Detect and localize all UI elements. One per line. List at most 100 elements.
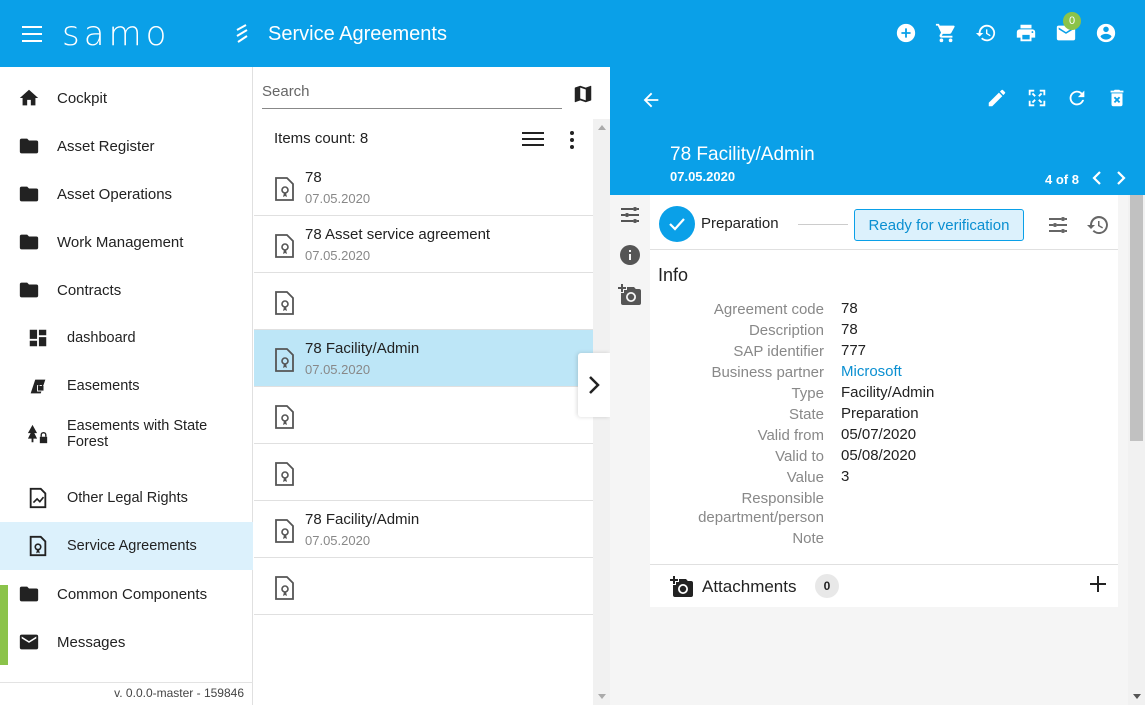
home-icon	[18, 87, 40, 109]
list-item-date: 07.05.2020	[305, 362, 371, 377]
current-state-label: Preparation	[701, 215, 779, 232]
sidebar-item-asset-operations[interactable]: Asset Operations	[0, 170, 253, 218]
fullscreen-icon[interactable]	[1026, 87, 1048, 109]
agreement-doc-icon	[274, 518, 296, 544]
sidebar-item-asset-register[interactable]: Asset Register	[0, 122, 253, 170]
detail-pane: 78 Facility/Admin 07.05.2020 4 of 8 Prep…	[610, 67, 1145, 705]
field-label: Note	[792, 530, 824, 547]
list-item-title: 78 Facility/Admin	[305, 511, 420, 528]
list-item-date: 07.05.2020	[305, 191, 371, 206]
sidebar-item-contracts[interactable]: Contracts	[0, 266, 253, 314]
cart-icon[interactable]	[935, 22, 957, 44]
info-card: Preparation Ready for verification Info …	[650, 195, 1118, 605]
easement-icon	[27, 375, 49, 397]
sidebar-item-label: Service Agreements	[67, 538, 197, 554]
sidebar-item-dashboard[interactable]: dashboard	[0, 314, 253, 362]
business-partner-link[interactable]: Microsoft	[841, 363, 902, 380]
list-item[interactable]: 78 07.05.2020	[254, 159, 593, 216]
sidebar-item-label: Cockpit	[57, 89, 108, 107]
divider	[798, 224, 848, 225]
chevron-right-icon[interactable]	[1114, 170, 1128, 186]
agreement-doc-icon	[27, 535, 49, 557]
field-label: Value	[786, 469, 824, 486]
field-label: Type	[791, 385, 824, 402]
sidebar-item-label: Easements	[67, 378, 140, 394]
field-label: SAP identifier	[733, 343, 824, 360]
print-icon[interactable]	[1015, 22, 1037, 44]
map-icon[interactable]	[572, 83, 594, 105]
list-item[interactable]	[254, 558, 593, 615]
add-circle-icon[interactable]	[895, 22, 917, 44]
folder-icon	[18, 135, 40, 157]
arrow-back-icon[interactable]	[640, 89, 662, 111]
list-item[interactable]: 78 Asset service agreement 07.05.2020	[254, 216, 593, 273]
agreement-doc-icon	[274, 404, 296, 430]
list-item[interactable]	[254, 387, 593, 444]
field-label: Agreement code	[713, 301, 824, 318]
mail-icon[interactable]: 0	[1055, 12, 1081, 44]
logo-mark-icon	[236, 24, 248, 43]
field-value: 78	[841, 300, 858, 317]
more-vert-icon[interactable]	[564, 129, 580, 149]
refresh-icon[interactable]	[1066, 87, 1088, 109]
agreement-doc-icon	[274, 290, 296, 316]
field-value: 3	[841, 468, 850, 485]
delete-icon[interactable]	[1106, 87, 1128, 109]
field-value: 78	[841, 321, 858, 338]
folder-icon	[18, 279, 40, 301]
list-item-selected[interactable]: 78 Facility/Admin 07.05.2020	[254, 330, 593, 387]
history-icon[interactable]	[1086, 213, 1110, 237]
sidebar-item-messages[interactable]: Messages	[0, 618, 253, 666]
field-label: State	[788, 406, 824, 423]
menu-icon[interactable]	[22, 26, 42, 42]
list-pane: Items count: 8 78 07.05.2020 78 Asset se…	[254, 67, 610, 705]
sidebar-item-common-components[interactable]: Common Components	[0, 570, 253, 618]
app-logo[interactable]: samo	[62, 16, 170, 52]
field-label: Business partner	[711, 364, 824, 381]
search-input[interactable]	[262, 81, 562, 100]
list-item-title: 78 Facility/Admin	[305, 340, 420, 357]
sidebar-item-other-legal-rights[interactable]: Other Legal Rights	[0, 474, 253, 522]
ready-for-verification-button[interactable]: Ready for verification	[854, 209, 1024, 241]
account-icon[interactable]	[1095, 22, 1117, 44]
list-item-date: 07.05.2020	[305, 248, 371, 263]
sidebar-item-easements[interactable]: Easements	[0, 362, 253, 410]
list-item-title: 78 Asset service agreement	[305, 226, 491, 243]
detail-scrollbar[interactable]	[1128, 195, 1145, 705]
field-value: 777	[841, 342, 867, 359]
sidebar-item-service-agreements[interactable]: Service Agreements	[0, 522, 253, 570]
search-field[interactable]	[262, 81, 562, 109]
attachments-label: Attachments	[702, 577, 797, 596]
field-label: Responsible department/person	[698, 490, 824, 526]
field-label: Description	[748, 322, 824, 339]
workflow-status-bar: Preparation Ready for verification	[650, 195, 1118, 250]
agreement-doc-icon	[274, 575, 296, 601]
list-view-icon[interactable]	[522, 129, 544, 149]
sidebar-item-easements-state-forest[interactable]: Easements with State Forest	[0, 410, 253, 458]
detail-title: 78 Facility/Admin	[670, 144, 815, 165]
workflow-icon[interactable]	[618, 203, 642, 227]
sidebar-item-work-management[interactable]: Work Management	[0, 218, 253, 266]
divider	[0, 682, 253, 683]
sidebar-item-label: Asset Register	[57, 137, 155, 155]
edit-icon[interactable]	[986, 87, 1008, 109]
sidebar-item-label: Other Legal Rights	[67, 490, 188, 506]
add-attachment-icon[interactable]	[1088, 574, 1108, 594]
chevron-left-icon[interactable]	[1090, 170, 1104, 186]
history-icon[interactable]	[975, 22, 997, 44]
sidebar-item-cockpit[interactable]: Cockpit	[0, 74, 253, 122]
dashboard-icon	[27, 327, 49, 349]
mail-icon	[18, 631, 40, 653]
list-item[interactable]	[254, 444, 593, 501]
sidebar-item-label: Easements with State Forest	[67, 418, 208, 450]
field-label: Valid from	[757, 427, 824, 444]
info-icon[interactable]	[618, 243, 642, 267]
agreement-doc-icon	[274, 233, 296, 259]
messages-badge: 0	[1063, 12, 1081, 30]
scrollbar-thumb[interactable]	[1130, 195, 1143, 441]
collapse-pane-button[interactable]	[578, 353, 610, 417]
workflow-settings-icon[interactable]	[1046, 213, 1070, 237]
list-item[interactable]: 78 Facility/Admin 07.05.2020	[254, 501, 593, 558]
field-label: Valid to	[775, 448, 824, 465]
list-item[interactable]	[254, 273, 593, 330]
